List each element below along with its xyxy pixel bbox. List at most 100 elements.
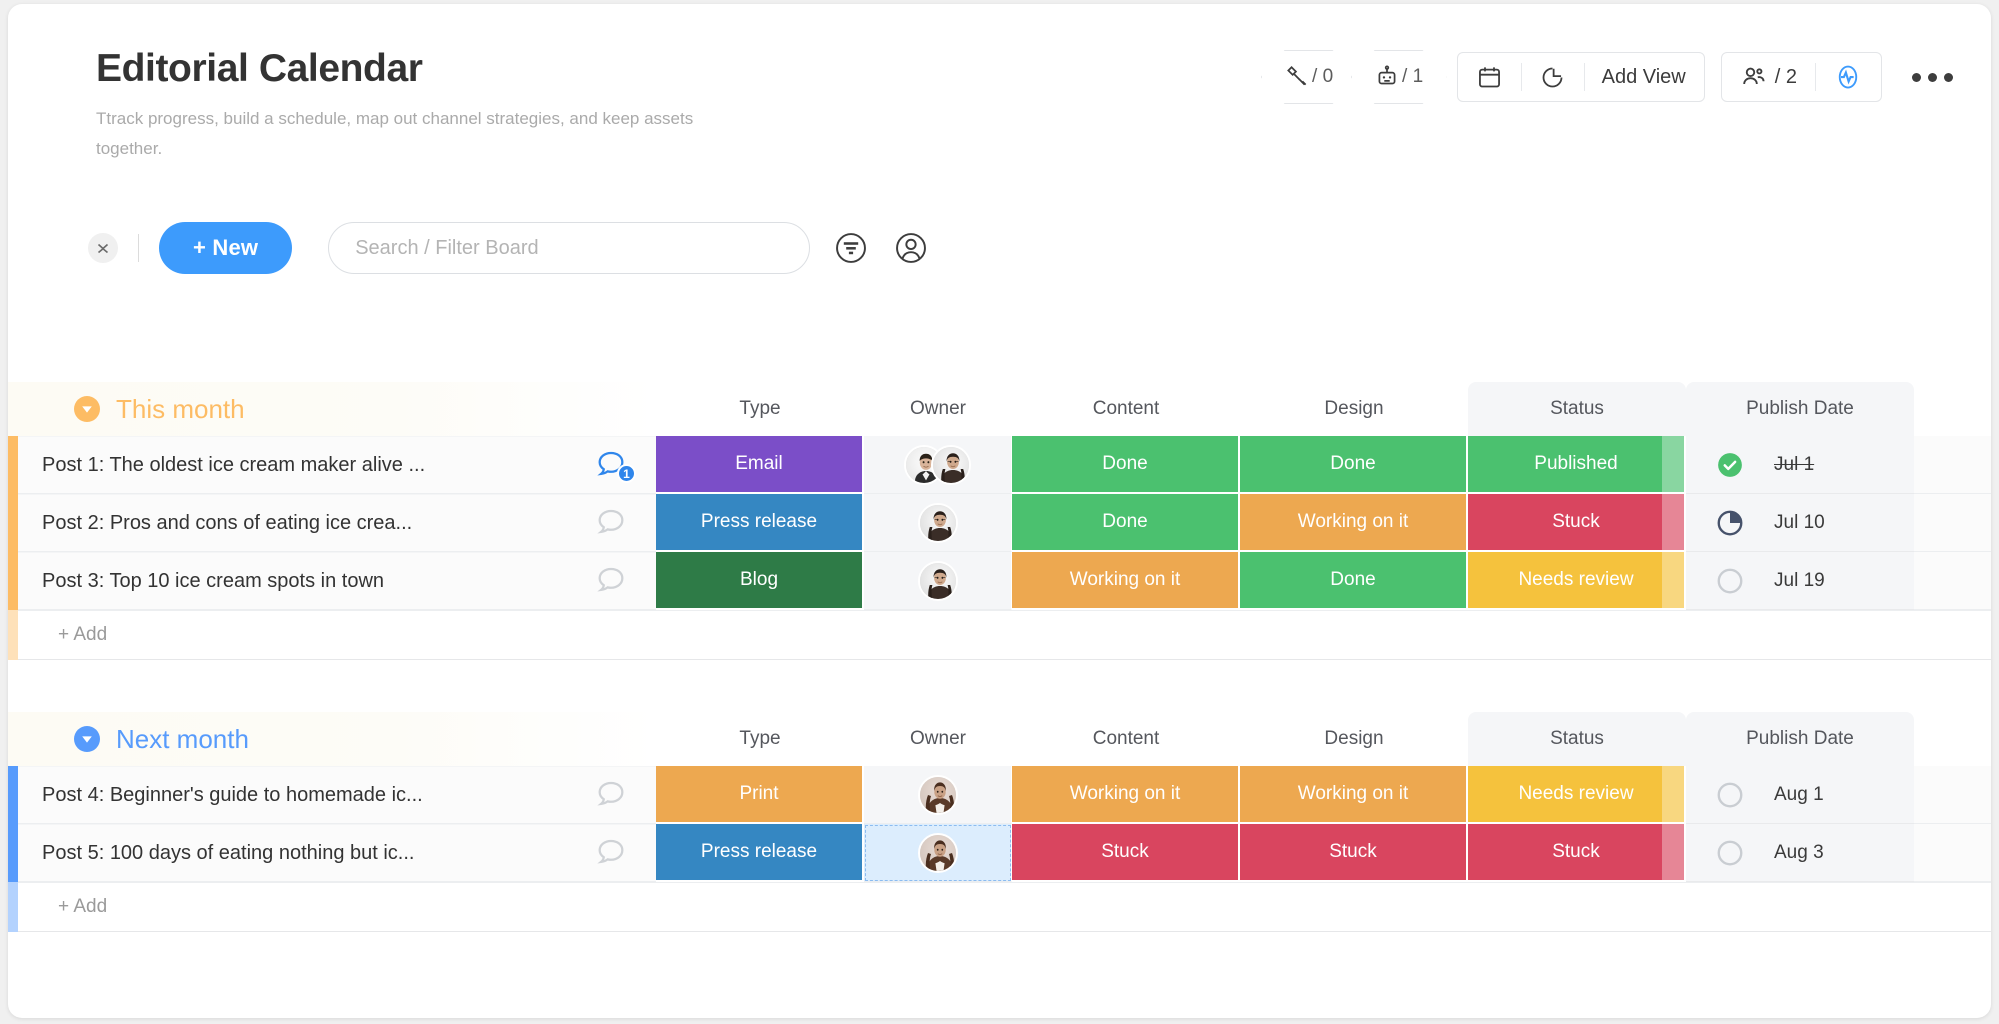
search-input[interactable] [355, 236, 784, 260]
cell-status[interactable]: Stuck [1468, 494, 1686, 552]
cell-design[interactable]: Working on it [1240, 494, 1468, 552]
cell-owner[interactable] [864, 436, 1012, 494]
add-item-row[interactable]: + Add [8, 610, 1991, 660]
cell-publish-date[interactable]: Jul 19 [1686, 552, 1914, 610]
publish-date-text: Jul 10 [1774, 511, 1825, 533]
row-title: Post 4: Beginner's guide to homemade ic.… [42, 783, 423, 806]
board-header: Editorial Calendar Ttrack progress, buil… [8, 4, 1991, 158]
column-header-type[interactable]: Type [656, 712, 864, 766]
table-row[interactable]: Post 5: 100 days of eating nothing but i… [8, 824, 1991, 882]
empty-circle-icon [1717, 840, 1743, 865]
column-header-status[interactable]: Status [1468, 712, 1686, 766]
column-header-type[interactable]: Type [656, 382, 864, 436]
cell-owner[interactable] [864, 824, 1012, 882]
title-block: Editorial Calendar Ttrack progress, buil… [96, 46, 756, 164]
collapse-toggle-button[interactable] [88, 233, 118, 263]
table-row[interactable]: Post 4: Beginner's guide to homemade ic.… [8, 766, 1991, 824]
table-row[interactable]: Post 3: Top 10 ice cream spots in town B… [8, 552, 1991, 610]
cell-design[interactable]: Done [1240, 436, 1468, 494]
cell-owner[interactable] [864, 494, 1012, 552]
collapse-expand-icon [97, 243, 109, 254]
comment-button[interactable] [594, 505, 634, 541]
row-name-cell[interactable]: Post 5: 100 days of eating nothing but i… [18, 824, 656, 882]
column-header-design[interactable]: Design [1240, 382, 1468, 436]
new-item-button[interactable]: + New [159, 222, 293, 274]
row-title: Post 3: Top 10 ice cream spots in town [42, 569, 385, 592]
integrations-badge[interactable]: / 0 [1260, 50, 1357, 104]
cell-type[interactable]: Print [656, 766, 864, 824]
cell-publish-date[interactable]: Aug 3 [1686, 824, 1914, 882]
comment-button[interactable]: 1 [594, 447, 636, 483]
cell-content[interactable]: Done [1012, 494, 1240, 552]
cell-status[interactable]: Needs review [1468, 552, 1686, 610]
more-options-button[interactable] [1904, 65, 1961, 90]
cell-content[interactable]: Stuck [1012, 824, 1240, 882]
comment-button[interactable] [594, 777, 634, 813]
cell-owner[interactable] [864, 552, 1012, 610]
comment-button[interactable] [594, 563, 634, 599]
members-count: / 2 [1774, 65, 1797, 88]
add-item-button[interactable]: + Add [18, 610, 656, 660]
view-button-group: Add View [1456, 52, 1705, 102]
cell-content[interactable]: Working on it [1012, 766, 1240, 824]
board-members-button[interactable]: / 2 [1722, 53, 1815, 101]
table-row[interactable]: Post 2: Pros and cons of eating ice crea… [8, 494, 1991, 552]
cell-design-label: Stuck [1329, 841, 1377, 862]
status-badge: Stuck [1552, 841, 1600, 862]
column-header-design[interactable]: Design [1240, 712, 1468, 766]
column-header-publish-date[interactable]: Publish Date [1686, 712, 1914, 766]
activity-log-button[interactable] [1815, 53, 1881, 101]
filter-button[interactable] [832, 229, 870, 267]
cell-content[interactable]: Working on it [1012, 552, 1240, 610]
date-progress-indicator [1686, 508, 1774, 538]
cell-content-label: Stuck [1101, 841, 1149, 862]
column-header-spacer [1914, 382, 1991, 436]
cell-publish-date[interactable]: Jul 10 [1686, 494, 1914, 552]
cell-type[interactable]: Press release [656, 824, 864, 882]
calendar-view-button[interactable] [1458, 53, 1521, 101]
column-header-publish-date[interactable]: Publish Date [1686, 382, 1914, 436]
cell-publish-date[interactable]: Aug 1 [1686, 766, 1914, 824]
column-header-content[interactable]: Content [1012, 382, 1240, 436]
row-title: Post 2: Pros and cons of eating ice crea… [42, 511, 413, 534]
add-view-button[interactable]: Add View [1583, 53, 1704, 101]
search-box[interactable] [328, 222, 811, 274]
cell-type[interactable]: Blog [656, 552, 864, 610]
cell-status[interactable]: Stuck [1468, 824, 1686, 882]
row-name-cell[interactable]: Post 2: Pros and cons of eating ice crea… [18, 494, 656, 552]
avatar [917, 560, 958, 601]
group-collapse-toggle[interactable] [74, 396, 100, 422]
row-name-cell[interactable]: Post 1: The oldest ice cream maker alive… [18, 436, 656, 494]
chart-view-button[interactable] [1520, 53, 1584, 101]
add-item-button[interactable]: + Add [18, 882, 656, 932]
column-header-status[interactable]: Status [1468, 382, 1686, 436]
row-group-color-bar [8, 824, 18, 882]
cell-content[interactable]: Done [1012, 436, 1240, 494]
board-card: Editorial Calendar Ttrack progress, buil… [8, 4, 1991, 1018]
row-name-cell[interactable]: Post 4: Beginner's guide to homemade ic.… [18, 766, 656, 824]
table-row[interactable]: Post 1: The oldest ice cream maker alive… [8, 436, 1991, 494]
cell-owner[interactable] [864, 766, 1012, 824]
column-header-owner[interactable]: Owner [864, 712, 1012, 766]
group-title: Next month [116, 723, 249, 754]
column-header-owner[interactable]: Owner [864, 382, 1012, 436]
cell-type[interactable]: Email [656, 436, 864, 494]
column-headers: Type Owner Content Design Status Publish… [656, 382, 1991, 436]
row-name-cell[interactable]: Post 3: Top 10 ice cream spots in town [18, 552, 656, 610]
avatar-stack [917, 502, 958, 543]
cell-design[interactable]: Done [1240, 552, 1468, 610]
add-item-row[interactable]: + Add [8, 882, 1991, 932]
cell-status[interactable]: Published [1468, 436, 1686, 494]
person-filter-button[interactable] [892, 229, 930, 267]
cell-design[interactable]: Stuck [1240, 824, 1468, 882]
cell-publish-date[interactable]: Jul 1 [1686, 436, 1914, 494]
group-collapse-toggle[interactable] [74, 726, 100, 752]
automations-badge[interactable]: / 1 [1350, 50, 1447, 104]
add-row-spacer [656, 610, 1991, 660]
cell-design[interactable]: Working on it [1240, 766, 1468, 824]
comment-button[interactable] [594, 835, 634, 871]
cell-type[interactable]: Press release [656, 494, 864, 552]
cell-status[interactable]: Needs review [1468, 766, 1686, 824]
date-progress-indicator [1686, 566, 1774, 596]
column-header-content[interactable]: Content [1012, 712, 1240, 766]
